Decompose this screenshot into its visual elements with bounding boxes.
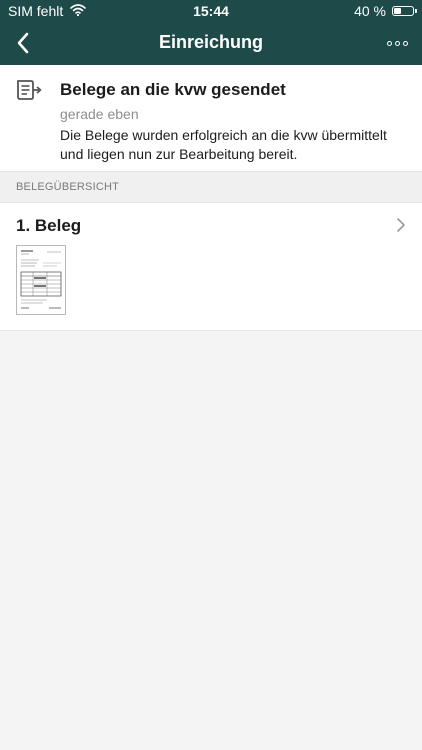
document-thumbnail[interactable] bbox=[16, 245, 66, 315]
battery-icon bbox=[392, 6, 417, 16]
message-timestamp: gerade eben bbox=[60, 106, 139, 122]
message-body: Die Belege wurden erfolgreich an die kvw… bbox=[60, 127, 387, 162]
more-icon bbox=[386, 40, 392, 46]
section-header-label: BELEGÜBERSICHT bbox=[16, 181, 120, 193]
document-preview-image bbox=[17, 246, 65, 314]
status-bar: SIM fehlt 15:44 40 % bbox=[0, 0, 422, 22]
document-send-icon bbox=[17, 80, 42, 100]
navigation-bar: Einreichung bbox=[0, 22, 422, 65]
more-icon bbox=[402, 40, 408, 46]
battery-percentage: 40 % bbox=[354, 3, 386, 19]
message-title: Belege an die kvw gesendet bbox=[60, 80, 286, 99]
section-header: BELEGÜBERSICHT bbox=[0, 171, 422, 203]
submission-message: Belege an die kvw gesendet gerade eben D… bbox=[0, 65, 422, 171]
beleg-title: 1. Beleg bbox=[16, 216, 82, 235]
battery-tip bbox=[415, 9, 417, 13]
status-right: 40 % bbox=[354, 3, 417, 19]
more-icon bbox=[394, 40, 400, 46]
more-options-button[interactable] bbox=[380, 32, 414, 54]
battery-fill bbox=[394, 8, 401, 14]
beleg-list-item[interactable]: 1. Beleg bbox=[0, 203, 422, 331]
page-title: Einreichung bbox=[158, 32, 263, 52]
chevron-right-icon bbox=[397, 218, 405, 232]
app-header: SIM fehlt 15:44 40 % Einreichung bbox=[0, 0, 422, 65]
